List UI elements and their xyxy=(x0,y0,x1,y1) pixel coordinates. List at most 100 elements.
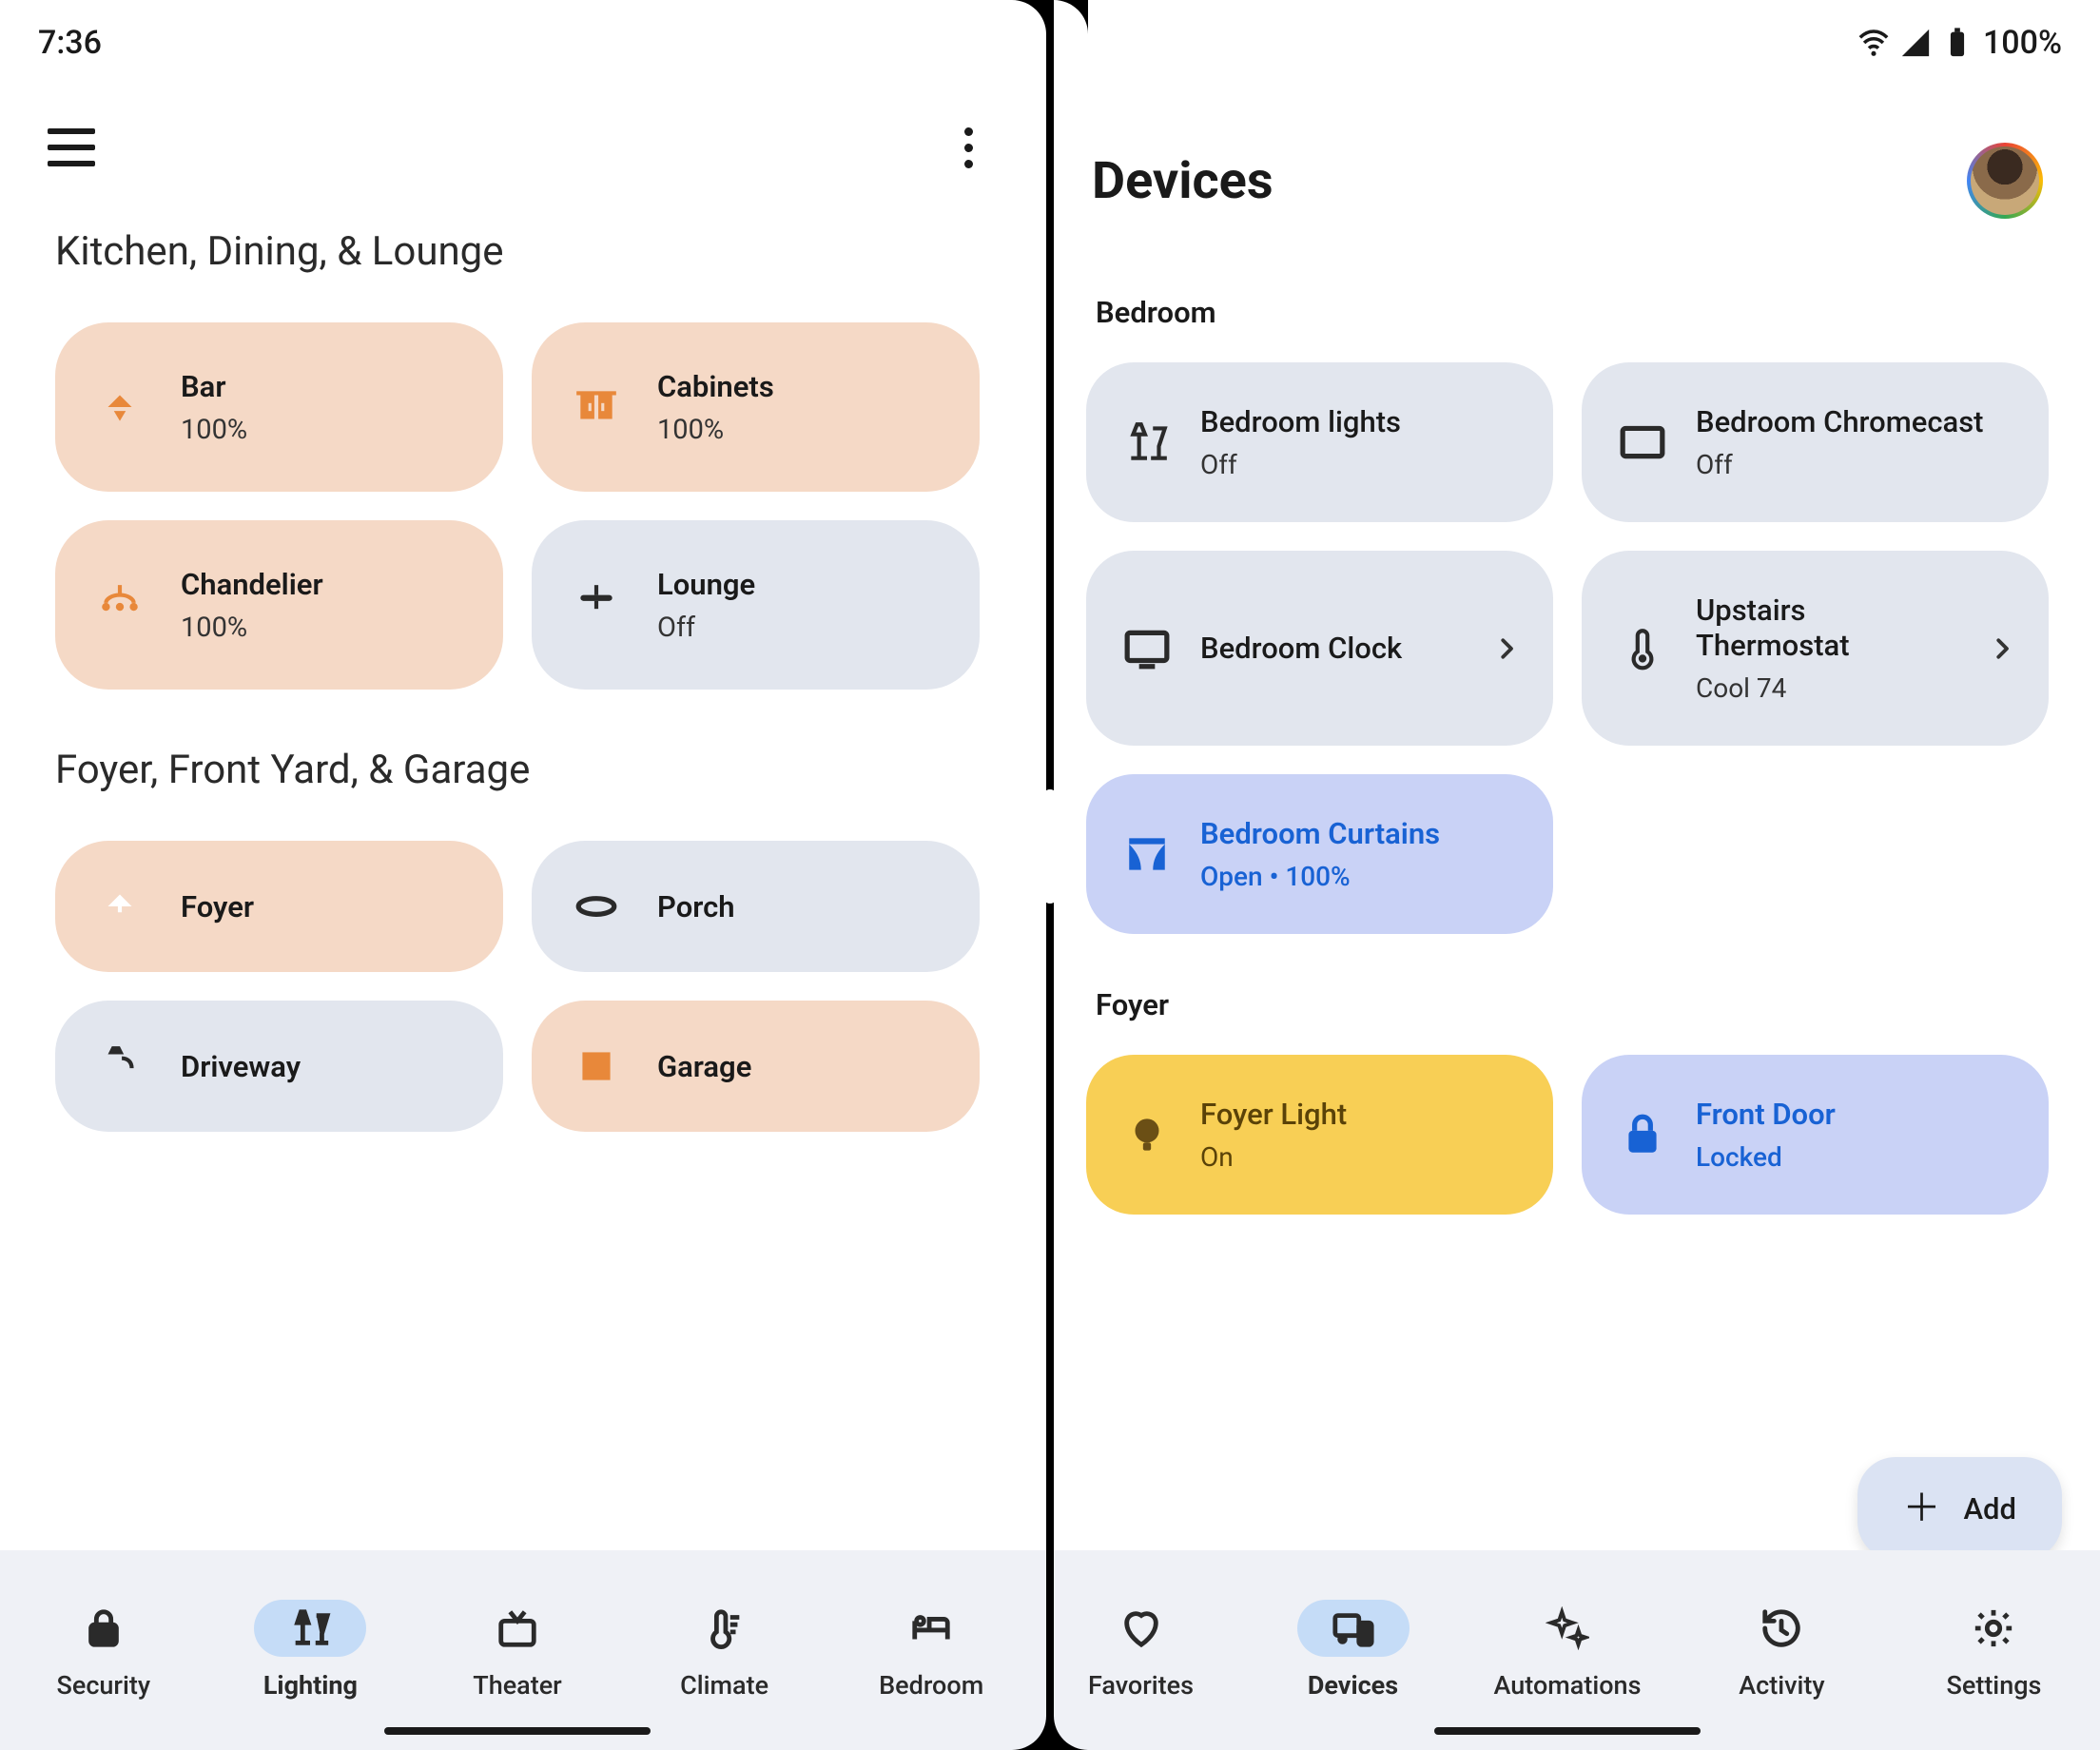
battery-icon xyxy=(1941,27,1974,59)
floor-lamp-icon xyxy=(1118,414,1176,471)
card-sub: 100% xyxy=(181,414,247,446)
group-title: Foyer xyxy=(1096,987,2039,1022)
status-bar-left: 7:36 xyxy=(0,0,1035,86)
card-chandelier[interactable]: Chandelier100% xyxy=(55,520,503,690)
right-screen: 100% Devices Bedroom Bedroom lights Off B… xyxy=(1035,0,2100,1750)
group-title: Bedroom xyxy=(1096,295,2039,330)
card-title: Driveway xyxy=(181,1049,301,1084)
add-fab[interactable]: ＋ Add xyxy=(1857,1457,2063,1550)
devices-icon xyxy=(1332,1606,1375,1650)
card-sub: On xyxy=(1200,1141,1347,1173)
card-upstairs-thermostat[interactable]: Upstairs Thermostat Cool 74 xyxy=(1582,551,2049,746)
pendant-light-icon xyxy=(91,878,148,935)
history-icon xyxy=(1760,1606,1803,1650)
plus-icon: ＋ xyxy=(1903,1489,1941,1527)
sparkle-icon xyxy=(1546,1606,1589,1650)
ceiling-fan-icon xyxy=(568,576,625,633)
section-title: Kitchen, Dining, & Lounge xyxy=(55,228,980,275)
more-icon[interactable] xyxy=(949,124,987,171)
left-content: Kitchen, Dining, & Lounge Bar 100% Cabine… xyxy=(0,200,1035,1541)
clock: 7:36 xyxy=(38,24,102,62)
card-front-door[interactable]: Front Door Locked xyxy=(1582,1055,2049,1215)
right-header: Devices xyxy=(1035,86,2100,247)
bulb-icon xyxy=(1118,1106,1176,1163)
chandelier-icon xyxy=(91,576,148,633)
nav-label: Favorites xyxy=(1088,1670,1194,1701)
fab-label: Add xyxy=(1964,1491,2017,1526)
gear-icon xyxy=(1972,1606,2015,1650)
left-appbar xyxy=(0,86,1035,200)
card-sub: Open • 100% xyxy=(1200,861,1440,892)
card-bedroom-lights[interactable]: Bedroom lights Off xyxy=(1086,362,1553,522)
page-title: Devices xyxy=(1092,151,1274,211)
hamburger-menu-icon[interactable] xyxy=(48,128,95,166)
lighting-icon xyxy=(288,1606,332,1650)
gesture-bar[interactable] xyxy=(384,1727,651,1735)
cabinets-icon xyxy=(568,379,625,436)
card-foyer[interactable]: Foyer xyxy=(55,841,503,972)
card-sub: Cool 74 xyxy=(1696,672,1963,704)
card-porch[interactable]: Porch xyxy=(532,841,980,972)
card-bedroom-curtains[interactable]: Bedroom CurtainsOpen • 100% xyxy=(1086,774,1553,934)
card-sub: 100% xyxy=(657,414,774,446)
account-avatar[interactable] xyxy=(1967,143,2043,219)
nav-theater[interactable]: Theater xyxy=(446,1600,589,1701)
nav-bedroom[interactable]: Bedroom xyxy=(860,1600,1002,1701)
nav-automations[interactable]: Automations xyxy=(1494,1600,1642,1701)
card-foyer-light[interactable]: Foyer Light On xyxy=(1086,1055,1553,1215)
wifi-icon xyxy=(1857,27,1890,59)
card-garage[interactable]: Garage xyxy=(532,1001,980,1132)
nav-label: Devices xyxy=(1308,1670,1398,1701)
card-lounge[interactable]: Lounge Off xyxy=(532,520,980,690)
nav-devices[interactable]: Devices xyxy=(1282,1600,1425,1701)
card-title: Upstairs Thermostat xyxy=(1696,593,1963,663)
card-sub: Locked xyxy=(1696,1141,1836,1173)
card-title: Garage xyxy=(657,1049,751,1084)
card-bar[interactable]: Bar 100% xyxy=(55,322,503,492)
card-sub: Off xyxy=(1200,449,1401,480)
chevron-right-icon xyxy=(1988,634,2016,663)
nav-label: Activity xyxy=(1739,1670,1824,1701)
card-title: Bedroom Chromecast xyxy=(1696,404,1984,439)
nav-label: Lighting xyxy=(263,1670,358,1701)
status-bar-right: 100% xyxy=(1035,0,2100,86)
left-bottom-nav: Security Lighting Theater Climate Bedroo… xyxy=(0,1550,1035,1750)
lock-icon xyxy=(1614,1106,1671,1163)
card-title: Foyer Light xyxy=(1200,1097,1347,1132)
pendant-light-icon xyxy=(91,379,148,436)
recessed-light-icon xyxy=(568,878,625,935)
nav-label: Automations xyxy=(1494,1670,1642,1701)
display-icon xyxy=(1118,620,1176,677)
card-bedroom-clock[interactable]: Bedroom Clock xyxy=(1086,551,1553,746)
card-cabinets[interactable]: Cabinets 100% xyxy=(532,322,980,492)
signal-icon xyxy=(1899,27,1932,59)
left-screen: 7:36 Kitchen, Dining, & Lounge Bar 100% C… xyxy=(0,0,1035,1750)
card-bedroom-chromecast[interactable]: Bedroom ChromecastOff xyxy=(1582,362,2049,522)
square-icon xyxy=(568,1038,625,1095)
card-title: Bedroom Clock xyxy=(1200,631,1402,666)
heart-icon xyxy=(1119,1606,1163,1650)
avatar-image xyxy=(1971,146,2039,215)
card-title: Foyer xyxy=(181,889,254,924)
nav-activity[interactable]: Activity xyxy=(1710,1600,1853,1701)
nav-lighting[interactable]: Lighting xyxy=(239,1600,381,1701)
nav-settings[interactable]: Settings xyxy=(1922,1600,2065,1701)
card-title: Bedroom lights xyxy=(1200,404,1401,439)
card-driveway[interactable]: Driveway xyxy=(55,1001,503,1132)
card-title: Front Door xyxy=(1696,1097,1836,1132)
chevron-right-icon xyxy=(1492,634,1521,663)
card-sub: Off xyxy=(657,612,755,644)
tv-icon xyxy=(496,1606,539,1650)
right-content: Bedroom Bedroom lights Off Bedroom Chrome… xyxy=(1035,247,2100,1550)
curtains-icon xyxy=(1118,826,1176,883)
nav-security[interactable]: Security xyxy=(32,1600,175,1701)
nav-favorites[interactable]: Favorites xyxy=(1070,1600,1213,1701)
card-title: Bar xyxy=(181,369,247,404)
card-title: Lounge xyxy=(657,567,755,602)
card-title: Cabinets xyxy=(657,369,774,404)
nav-climate[interactable]: Climate xyxy=(653,1600,796,1701)
card-sub: 100% xyxy=(181,612,323,644)
lamp-post-icon xyxy=(91,1038,148,1095)
section-title: Foyer, Front Yard, & Garage xyxy=(55,747,980,793)
gesture-bar[interactable] xyxy=(1434,1727,1701,1735)
